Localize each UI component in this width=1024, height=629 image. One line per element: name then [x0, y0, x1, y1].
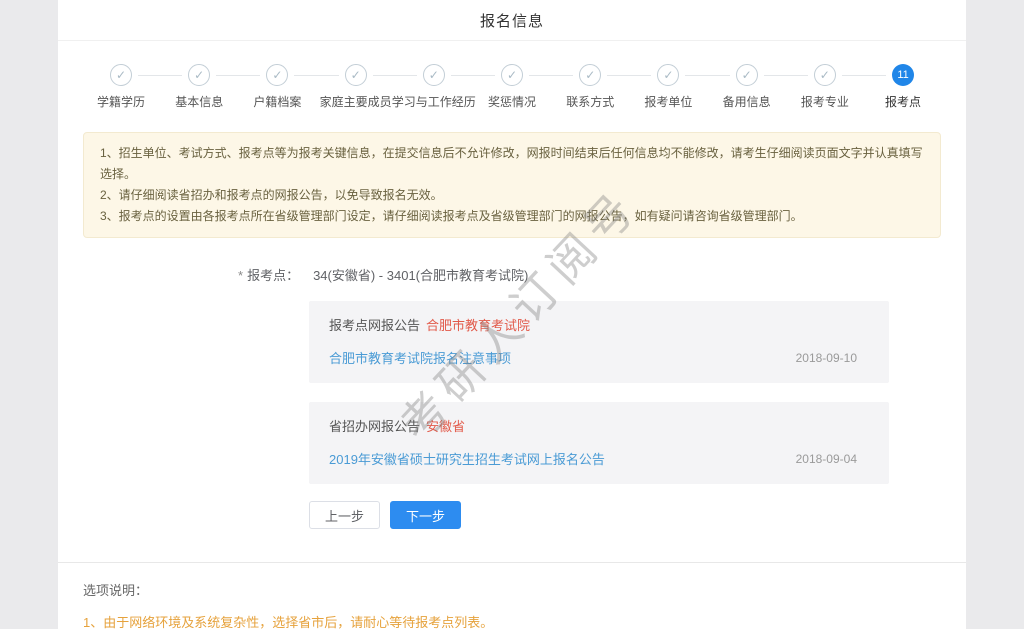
provincial-announcement-box: 省招办网报公告 安徽省 2019年安徽省硕士研究生招生考试网上报名公告 2018-… — [309, 402, 889, 484]
check-icon: ✓ — [110, 64, 132, 86]
announcement-org: 安徽省 — [426, 419, 466, 434]
step-item-lianxi-fangshi[interactable]: ✓ 联系方式 — [566, 64, 614, 109]
active-step-badge: 11 — [892, 64, 915, 86]
step-connector — [372, 74, 417, 76]
required-mark: * — [238, 268, 244, 283]
step-connector — [685, 74, 730, 76]
announcement-heading: 报考点网报公告 — [329, 318, 421, 333]
step-connector — [138, 74, 183, 76]
registration-card: 报名信息 ✓ 学籍学历 ✓ 基本信息 ✓ 户籍档案 ✓ 家庭主要成员 ✓ 学习与… — [58, 0, 966, 629]
next-step-button[interactable]: 下一步 — [390, 501, 462, 529]
step-connector — [607, 74, 652, 76]
step-connector — [450, 74, 496, 76]
prev-step-button[interactable]: 上一步 — [309, 501, 381, 529]
page-header: 报名信息 — [58, 0, 966, 41]
step-label: 报考单位 — [644, 95, 693, 109]
step-label: 家庭主要成员 — [319, 95, 392, 109]
step-connector — [529, 74, 574, 76]
step-label: 备用信息 — [722, 95, 771, 109]
step-item-xueji-xueli[interactable]: ✓ 学籍学历 — [97, 64, 145, 109]
step-label: 联系方式 — [566, 95, 615, 109]
step-label: 奖惩情况 — [488, 95, 537, 109]
announcement-heading-row: 省招办网报公告 安徽省 — [329, 416, 869, 435]
announcement-date: 2018-09-04 — [795, 451, 857, 466]
exam-site-value: 34(安徽省) - 3401(合肥市教育考试院) — [313, 268, 529, 283]
step-label: 报考点 — [885, 95, 922, 109]
announcement-heading-row: 报考点网报公告 合肥市教育考试院 — [329, 315, 869, 334]
notice-line: 3、报考点的设置由各报考点所在省级管理部门设定，请仔细阅读报考点及省级管理部门的… — [100, 209, 803, 223]
step-item-beiyong-xinxi[interactable]: ✓ 备用信息 — [723, 64, 771, 109]
exam-site-row: * 报考点： 34(安徽省) - 3401(合肥市教育考试院) — [238, 265, 966, 284]
step-label: 学习与工作经历 — [391, 95, 476, 109]
step-item-baokao-danwei[interactable]: ✓ 报考单位 — [644, 64, 692, 109]
announcement-heading: 省招办网报公告 — [329, 419, 421, 434]
step-item-jiben-xinxi[interactable]: ✓ 基本信息 — [175, 64, 223, 109]
step-label: 户籍档案 — [253, 95, 302, 109]
step-connector — [763, 74, 808, 76]
step-item-baokao-zhuanye[interactable]: ✓ 报考专业 — [801, 64, 849, 109]
announcement-org: 合肥市教育考试院 — [426, 318, 531, 333]
announcement-link-row: 2019年安徽省硕士研究生招生考试网上报名公告 2018-09-04 — [329, 449, 869, 468]
check-icon: ✓ — [188, 64, 211, 86]
check-icon: ✓ — [422, 64, 445, 86]
stepper: ✓ 学籍学历 ✓ 基本信息 ✓ 户籍档案 ✓ 家庭主要成员 ✓ 学习与工作经历 … — [97, 64, 921, 109]
step-label: 报考专业 — [800, 95, 849, 109]
step-item-xuexi-gongzuo[interactable]: ✓ 学习与工作经历 — [392, 64, 476, 109]
check-icon: ✓ — [579, 64, 602, 86]
check-icon: ✓ — [344, 64, 367, 86]
page-title: 报名信息 — [479, 12, 544, 30]
step-item-jiating-chengyuan[interactable]: ✓ 家庭主要成员 — [320, 64, 392, 109]
announcement-link[interactable]: 2019年安徽省硕士研究生招生考试网上报名公告 — [329, 449, 605, 468]
step-item-baokaodian[interactable]: 11 报考点 — [885, 64, 921, 109]
check-icon: ✓ — [735, 64, 758, 86]
announcement-link[interactable]: 合肥市教育考试院报名注意事项 — [329, 348, 511, 367]
check-icon: ✓ — [813, 64, 836, 86]
step-item-jiangcheng[interactable]: ✓ 奖惩情况 — [488, 64, 536, 109]
exam-site-label: 报考点： — [247, 268, 300, 283]
notice-line: 1、招生单位、考试方式、报考点等为报考关键信息，在提交信息后不允许修改，网报时间… — [100, 146, 923, 181]
step-connector — [216, 74, 261, 76]
check-icon: ✓ — [657, 64, 680, 86]
step-label: 基本信息 — [175, 95, 224, 109]
button-row: 上一步 下一步 — [309, 501, 966, 529]
exam-site-announcement-box: 报考点网报公告 合肥市教育考试院 合肥市教育考试院报名注意事项 2018-09-1… — [309, 301, 889, 383]
check-icon: ✓ — [501, 64, 524, 86]
step-connector — [841, 74, 887, 76]
note-item: 1、由于网络环境及系统复杂性，选择省市后，请耐心等待报考点列表。 — [83, 615, 494, 629]
notice-box: 1、招生单位、考试方式、报考点等为报考关键信息，在提交信息后不允许修改，网报时间… — [83, 132, 941, 238]
announcement-date: 2018-09-10 — [795, 350, 857, 365]
step-label: 学籍学历 — [96, 95, 146, 109]
check-icon: ✓ — [266, 64, 289, 86]
notes-section: 选项说明： 1、由于网络环境及系统复杂性，选择省市后，请耐心等待报考点列表。 2… — [58, 562, 966, 629]
step-connector — [294, 74, 339, 76]
step-item-huji-dangan[interactable]: ✓ 户籍档案 — [253, 64, 301, 109]
notes-heading: 选项说明： — [83, 583, 149, 598]
notice-line: 2、请仔细阅读省招办和报考点的网报公告，以免导致报名无效。 — [100, 188, 443, 202]
announcement-link-row: 合肥市教育考试院报名注意事项 2018-09-10 — [329, 348, 869, 367]
